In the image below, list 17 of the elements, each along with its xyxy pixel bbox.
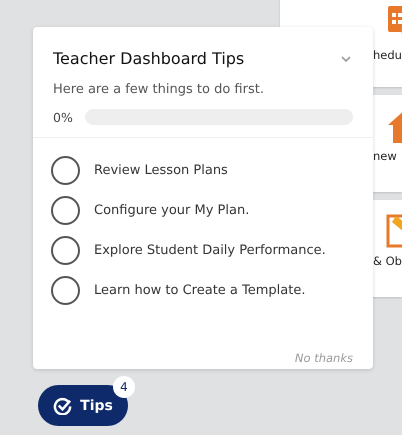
panel-title: Teacher Dashboard Tips [53,49,244,68]
collapse-chevron-icon[interactable] [341,56,351,62]
checklist-circle[interactable] [51,156,80,184]
panel-subtitle: Here are a few things to do first. [52,81,265,97]
progress-percent: 0% [53,110,73,124]
checklist-item[interactable]: Review Lesson Plans [94,162,228,178]
checklist-item[interactable]: Learn how to Create a Template. [94,282,306,298]
checklist-item[interactable]: Explore Student Daily Performance. [94,242,326,258]
checklist-circle[interactable] [51,196,80,224]
checklist-circle[interactable] [51,276,80,304]
tile-label: hedu [373,48,402,62]
tile-label: & Ob [373,254,402,268]
checklist-item[interactable]: Configure your My Plan. [94,202,250,218]
checklist-circle[interactable] [51,236,80,264]
tile-label: new [373,149,397,163]
check-circle-icon [53,396,72,415]
count-badge: 4 [113,376,135,398]
